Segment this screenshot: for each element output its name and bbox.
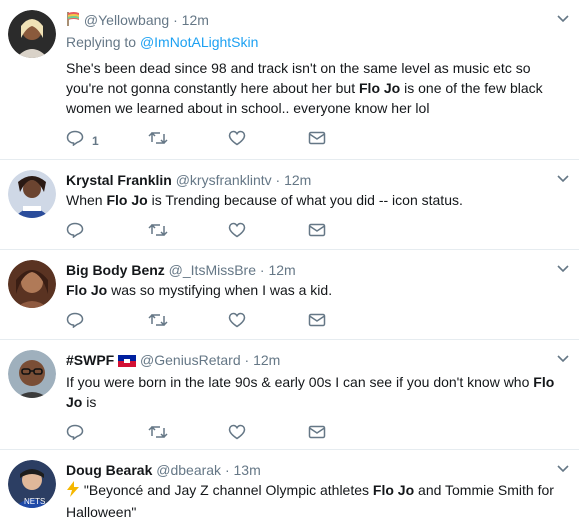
like-button[interactable] bbox=[228, 130, 246, 151]
tweet-text-before: If you were born in the late 90s & early… bbox=[66, 374, 534, 390]
avatar[interactable] bbox=[8, 170, 56, 218]
author-handle[interactable]: @Yellowbang bbox=[84, 12, 169, 28]
avatar[interactable] bbox=[8, 260, 56, 308]
separator-dot: · bbox=[259, 262, 265, 278]
retweet-button[interactable] bbox=[148, 312, 168, 333]
chevron-down-icon bbox=[557, 350, 569, 367]
author-handle[interactable]: @_ItsMissBre bbox=[169, 262, 256, 278]
author-handle[interactable]: @GeniusRetard bbox=[140, 352, 241, 368]
tweet-actions bbox=[66, 420, 567, 452]
separator-dot: · bbox=[244, 352, 250, 368]
replying-prefix: Replying to bbox=[66, 34, 140, 50]
envelope-icon bbox=[308, 424, 326, 445]
tweet-menu-caret[interactable] bbox=[557, 170, 569, 188]
tweet-text-after: is Trending because of what you did -- i… bbox=[147, 192, 463, 208]
direct-message-button[interactable] bbox=[308, 424, 326, 445]
retweet-button[interactable] bbox=[148, 424, 168, 445]
tweet-actions bbox=[66, 308, 567, 340]
chevron-down-icon bbox=[557, 460, 569, 477]
retweet-icon bbox=[148, 424, 168, 445]
heart-icon bbox=[228, 424, 246, 445]
direct-message-button[interactable] bbox=[308, 222, 326, 243]
separator-dot: · bbox=[275, 172, 281, 188]
tweet-menu-caret[interactable] bbox=[557, 10, 569, 28]
avatar[interactable] bbox=[8, 350, 56, 398]
tweet-krystal-franklin[interactable]: Krystal Franklin @krysfranklintv · 12m W… bbox=[0, 160, 579, 250]
reply-icon bbox=[66, 222, 84, 243]
author-handle[interactable]: @krysfranklintv bbox=[176, 172, 272, 188]
heart-icon bbox=[228, 130, 246, 151]
tweet-text-highlight: Flo Jo bbox=[106, 192, 148, 208]
author-name[interactable]: Krystal Franklin bbox=[66, 172, 172, 188]
chevron-down-icon bbox=[557, 10, 569, 27]
tweet-menu-caret[interactable] bbox=[557, 260, 569, 278]
reply-button[interactable]: 1 bbox=[66, 130, 99, 151]
tweet-text-after: is bbox=[82, 394, 97, 410]
pride-flag-icon bbox=[66, 11, 80, 32]
avatar[interactable]: NETS bbox=[8, 460, 56, 508]
lightning-bolt-icon bbox=[66, 481, 80, 502]
replying-to: Replying to @ImNotALightSkin bbox=[66, 32, 567, 52]
chevron-down-icon bbox=[557, 260, 569, 277]
like-button[interactable] bbox=[228, 424, 246, 445]
timestamp[interactable]: 13m bbox=[234, 462, 261, 478]
direct-message-button[interactable] bbox=[308, 130, 326, 151]
reply-icon bbox=[66, 424, 84, 445]
heart-icon bbox=[228, 312, 246, 333]
tweet-big-body-benz[interactable]: Big Body Benz @_ItsMissBre · 12m Flo Jo … bbox=[0, 250, 579, 340]
reply-button[interactable] bbox=[66, 424, 84, 445]
tweet-actions bbox=[66, 218, 567, 250]
reply-count: 1 bbox=[92, 133, 99, 148]
retweet-icon bbox=[148, 222, 168, 243]
envelope-icon bbox=[308, 222, 326, 243]
svg-text:NETS: NETS bbox=[24, 497, 45, 506]
retweet-icon bbox=[148, 312, 168, 333]
tweet-text: "Beyoncé and Jay Z channel Olympic athle… bbox=[66, 480, 567, 522]
like-button[interactable] bbox=[228, 222, 246, 243]
author-handle[interactable]: @dbearak bbox=[156, 462, 221, 478]
haiti-flag-icon bbox=[118, 352, 137, 372]
author-name[interactable]: Doug Bearak bbox=[66, 462, 152, 478]
timestamp[interactable]: 12m bbox=[182, 12, 209, 28]
author-name[interactable]: Big Body Benz bbox=[66, 262, 165, 278]
retweet-icon bbox=[148, 130, 168, 151]
retweet-button[interactable] bbox=[148, 222, 168, 243]
timestamp[interactable]: 12m bbox=[253, 352, 280, 368]
timestamp[interactable]: 12m bbox=[284, 172, 311, 188]
separator-dot: · bbox=[224, 462, 230, 478]
tweet-text: If you were born in the late 90s & early… bbox=[66, 372, 567, 412]
tweet-menu-caret[interactable] bbox=[557, 350, 569, 368]
separator-dot: · bbox=[173, 12, 178, 28]
reply-button[interactable] bbox=[66, 312, 84, 333]
tweet-yellowbang[interactable]: @Yellowbang · 12m Replying to @ImNotALig… bbox=[0, 0, 579, 160]
retweet-button[interactable] bbox=[148, 130, 168, 151]
like-button[interactable] bbox=[228, 312, 246, 333]
direct-message-button[interactable] bbox=[308, 312, 326, 333]
tweet-menu-caret[interactable] bbox=[557, 460, 569, 478]
envelope-icon bbox=[308, 130, 326, 151]
tweet-text: She's been dead since 98 and track isn't… bbox=[66, 58, 567, 118]
tweet-doug-bearak[interactable]: NETS Doug Bearak @dbearak · 13m "Beyoncé… bbox=[0, 450, 579, 529]
heart-icon bbox=[228, 222, 246, 243]
tweet-swpf[interactable]: #SWPF @GeniusRetard · 12m If you were bo… bbox=[0, 340, 579, 450]
timestamp[interactable]: 12m bbox=[268, 262, 295, 278]
tweet-text-highlight: Flo Jo bbox=[66, 282, 108, 298]
tweet-text: When Flo Jo is Trending because of what … bbox=[66, 190, 567, 210]
chevron-down-icon bbox=[557, 170, 569, 187]
tweet-text-highlight: Flo Jo bbox=[372, 482, 415, 498]
reply-button[interactable] bbox=[66, 222, 84, 243]
tweet-text-before: When bbox=[66, 192, 107, 208]
tweet-text-highlight: Flo Jo bbox=[359, 80, 401, 96]
author-name[interactable]: #SWPF bbox=[66, 352, 114, 368]
avatar[interactable] bbox=[8, 10, 56, 58]
replying-handle-link[interactable]: @ImNotALightSkin bbox=[140, 34, 258, 50]
tweet-text: Flo Jo was so mystifying when I was a ki… bbox=[66, 280, 567, 300]
tweet-actions: 1 bbox=[66, 126, 567, 158]
reply-icon bbox=[66, 130, 84, 151]
reply-icon bbox=[66, 312, 84, 333]
tweet-text-before: "Beyoncé and Jay Z channel Olympic athle… bbox=[83, 482, 373, 498]
envelope-icon bbox=[308, 312, 326, 333]
tweet-text-after: was so mystifying when I was a kid. bbox=[107, 282, 333, 298]
